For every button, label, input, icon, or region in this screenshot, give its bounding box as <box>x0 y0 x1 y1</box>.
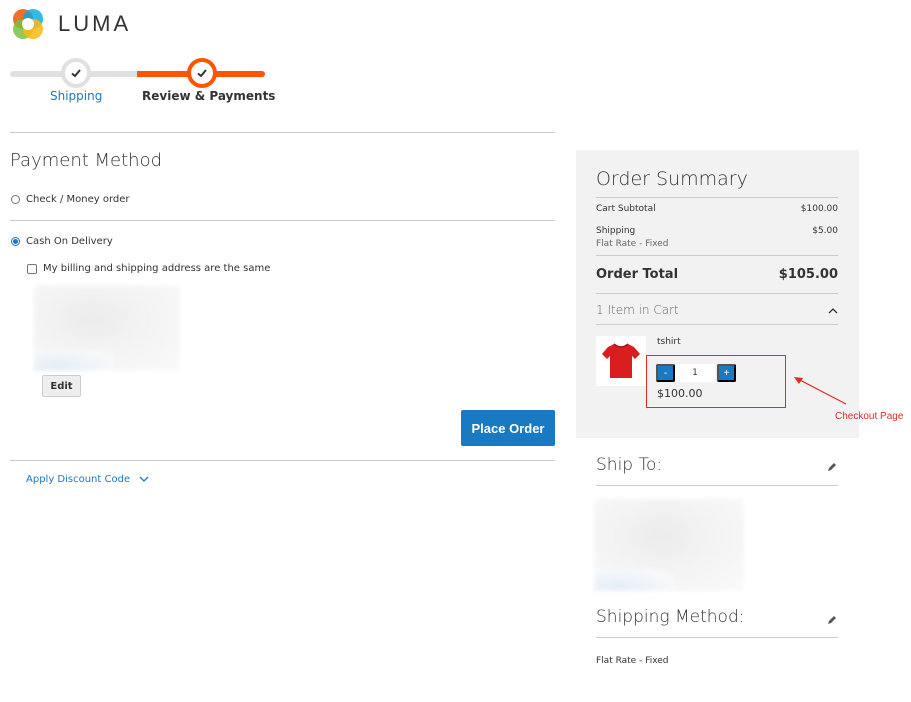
divider <box>596 324 838 325</box>
payment-option-label: Check / Money order <box>26 194 130 205</box>
order-total-row: Order Total $105.00 <box>596 267 838 282</box>
shipping-label: Shipping <box>596 226 636 236</box>
radio-cod[interactable] <box>11 237 20 246</box>
qty-highlight-box: - 1 + $100.00 <box>646 355 786 408</box>
divider <box>10 460 555 461</box>
annotation-label: Checkout Page <box>835 411 904 422</box>
payment-method-title: Payment Method <box>10 150 163 171</box>
radio-checkmo[interactable] <box>11 195 20 204</box>
edit-billing-button[interactable]: Edit <box>42 375 81 397</box>
shipping-method-sub: Flat Rate - Fixed <box>596 239 669 249</box>
apply-discount-toggle[interactable]: Apply Discount Code <box>26 474 149 485</box>
step-shipping-link[interactable]: Shipping <box>50 89 102 103</box>
qty-input[interactable]: 1 <box>675 364 715 382</box>
chevron-down-icon <box>139 476 149 482</box>
divider <box>10 220 555 221</box>
checkout-progress: Shipping Review & Payments <box>10 56 275 104</box>
apply-discount-label: Apply Discount Code <box>26 474 131 485</box>
cart-subtotal-value: $100.00 <box>800 204 838 214</box>
order-total-label: Order Total <box>596 267 679 282</box>
pencil-icon[interactable] <box>826 614 838 626</box>
arrow-icon <box>794 377 847 405</box>
product-thumbnail <box>596 336 646 386</box>
divider <box>596 197 838 198</box>
items-in-cart-label: 1 Item in Cart <box>596 303 679 317</box>
qty-decrease-button[interactable]: - <box>656 364 675 382</box>
cart-subtotal-row: Cart Subtotal $100.00 <box>596 204 838 214</box>
check-icon <box>71 69 81 78</box>
check-icon <box>197 69 207 78</box>
brand-name: LUMA <box>58 11 132 36</box>
product-name: tshirt <box>657 337 681 347</box>
step-review-label: Review & Payments <box>142 89 276 103</box>
billing-address-blurred <box>34 285 180 371</box>
chevron-up-icon <box>828 307 838 313</box>
divider <box>596 485 838 486</box>
shipping-value: $5.00 <box>812 226 838 236</box>
shipping-address-blurred <box>594 499 744 591</box>
step-review-marker <box>187 58 217 88</box>
ship-to-title: Ship To: <box>596 455 663 475</box>
shipping-row: Shipping $5.00 <box>596 226 838 236</box>
cart-subtotal-label: Cart Subtotal <box>596 204 656 214</box>
step-shipping-marker[interactable] <box>61 58 91 88</box>
shipping-method-value: Flat Rate - Fixed <box>596 656 669 666</box>
payment-option-label: Cash On Delivery <box>26 236 113 247</box>
luma-logo-icon <box>13 9 43 39</box>
divider <box>596 255 838 256</box>
divider <box>596 637 838 638</box>
items-in-cart-toggle[interactable]: 1 Item in Cart <box>596 303 838 317</box>
payment-option-checkmo[interactable]: Check / Money order <box>11 194 130 205</box>
product-price: $100.00 <box>657 387 703 400</box>
divider <box>10 132 555 133</box>
order-total-value: $105.00 <box>778 267 838 282</box>
same-address-checkbox-row[interactable]: My billing and shipping address are the … <box>27 263 270 274</box>
luma-logo[interactable]: LUMA <box>10 6 131 42</box>
same-address-label: My billing and shipping address are the … <box>43 263 271 274</box>
shipping-method-title: Shipping Method: <box>596 607 745 627</box>
payment-option-cod[interactable]: Cash On Delivery <box>11 236 113 247</box>
pencil-icon[interactable] <box>826 461 838 473</box>
tshirt-icon <box>602 343 640 378</box>
same-address-checkbox[interactable] <box>27 263 37 274</box>
divider <box>596 293 838 294</box>
order-summary-title: Order Summary <box>596 168 748 190</box>
qty-increase-button[interactable]: + <box>717 364 736 382</box>
place-order-button[interactable]: Place Order <box>461 410 555 446</box>
